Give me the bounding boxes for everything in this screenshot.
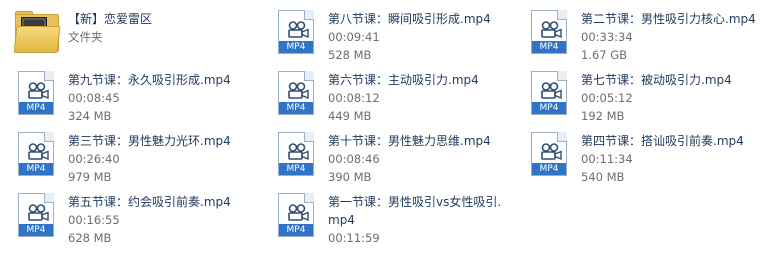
- file-name: 第十节课：男性魅力思维.mp4: [328, 134, 491, 148]
- mp4-file-icon: MP4: [525, 69, 573, 117]
- file-item[interactable]: MP4 第五节课：约会吸引前奏.mp4 00:16:55 628 MB: [12, 191, 252, 249]
- file-item[interactable]: MP4 第七节课：被动吸引力.mp4 00:05:12 192 MB: [525, 69, 765, 127]
- file-duration: 00:08:46: [328, 152, 380, 166]
- mp4-file-icon: MP4: [525, 8, 573, 56]
- file-item[interactable]: MP4 第十节课：男性魅力思维.mp4 00:08:46 390 MB: [272, 130, 512, 188]
- mp4-file-icon: MP4: [272, 130, 320, 178]
- file-duration: 00:11:34: [581, 152, 633, 166]
- file-duration: 00:05:12: [581, 91, 633, 105]
- mp4-file-icon: MP4: [272, 191, 320, 239]
- file-size: 449 MB: [328, 109, 372, 123]
- file-size: 390 MB: [328, 170, 372, 184]
- folder-icon: [12, 8, 61, 56]
- file-name: 第五节课：约会吸引前奏.mp4: [68, 195, 231, 209]
- file-name: 第七节课：被动吸引力.mp4: [581, 73, 732, 87]
- file-item[interactable]: MP4 第八节课：瞬间吸引形成.mp4 00:09:41 528 MB: [272, 8, 512, 66]
- file-size: 979 MB: [68, 170, 112, 184]
- file-grid: 【新】恋爱雷区 文件夹 MP4 第八节课：瞬间吸引形成.mp4 00:09:41…: [0, 0, 767, 258]
- mp4-file-icon: MP4: [525, 130, 573, 178]
- file-size: 1.67 GB: [581, 48, 628, 62]
- file-name: 第六节课：主动吸引力.mp4: [328, 73, 479, 87]
- file-size: 540 MB: [581, 170, 625, 184]
- file-size: 628 MB: [68, 231, 112, 245]
- file-size: 324 MB: [68, 109, 112, 123]
- file-item[interactable]: MP4 第四节课：搭讪吸引前奏.mp4 00:11:34 540 MB: [525, 130, 765, 188]
- file-name: 第九节课：永久吸引形成.mp4: [68, 73, 231, 87]
- file-name: 第八节课：瞬间吸引形成.mp4: [328, 12, 491, 26]
- file-size: 528 MB: [328, 48, 372, 62]
- file-duration: 00:08:45: [68, 91, 120, 105]
- file-item[interactable]: MP4 第一节课：男性吸引vs女性吸引.mp4 00:11:59: [272, 191, 512, 249]
- file-duration: 00:08:12: [328, 91, 380, 105]
- file-duration: 00:16:55: [68, 213, 120, 227]
- folder-type: 文件夹: [68, 30, 103, 44]
- mp4-file-icon: MP4: [12, 191, 60, 239]
- file-duration: 00:26:40: [68, 152, 120, 166]
- file-size: 192 MB: [581, 109, 625, 123]
- file-item[interactable]: MP4 第三节课：男性魅力光环.mp4 00:26:40 979 MB: [12, 130, 252, 188]
- mp4-file-icon: MP4: [272, 8, 320, 56]
- file-name: 第一节课：男性吸引vs女性吸引.mp4: [328, 195, 502, 227]
- file-item[interactable]: MP4 第六节课：主动吸引力.mp4 00:08:12 449 MB: [272, 69, 512, 127]
- mp4-file-icon: MP4: [12, 69, 60, 117]
- file-name: 第二节课：男性吸引力核心.mp4: [581, 12, 756, 26]
- file-duration: 00:33:34: [581, 30, 633, 44]
- mp4-file-icon: MP4: [272, 69, 320, 117]
- file-name: 第四节课：搭讪吸引前奏.mp4: [581, 134, 744, 148]
- file-name: 第三节课：男性魅力光环.mp4: [68, 134, 231, 148]
- folder-name: 【新】恋爱雷区: [68, 12, 153, 26]
- folder-item[interactable]: 【新】恋爱雷区 文件夹: [12, 8, 252, 66]
- mp4-file-icon: MP4: [12, 130, 60, 178]
- file-item[interactable]: MP4 第二节课：男性吸引力核心.mp4 00:33:34 1.67 GB: [525, 8, 765, 66]
- file-duration: 00:11:59: [328, 231, 380, 245]
- file-item[interactable]: MP4 第九节课：永久吸引形成.mp4 00:08:45 324 MB: [12, 69, 252, 127]
- file-duration: 00:09:41: [328, 30, 380, 44]
